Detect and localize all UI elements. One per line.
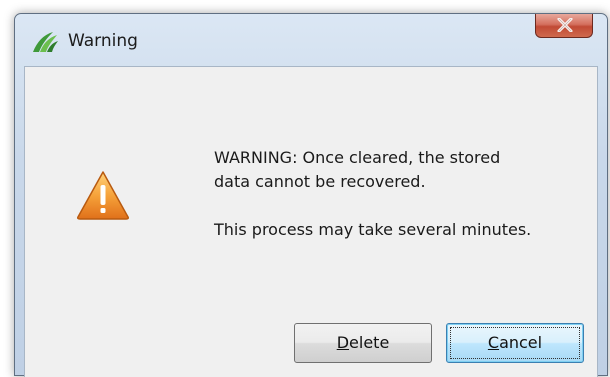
cancel-accel-letter: C — [487, 333, 500, 352]
warning-triangle-icon — [75, 169, 131, 221]
warning-message: WARNING: Once cleared, the stored data c… — [214, 146, 594, 242]
warning-message-line2: This process may take several minutes. — [214, 220, 532, 239]
leaf-logo-icon — [31, 30, 59, 54]
warning-message-line1: WARNING: Once cleared, the stored data c… — [214, 148, 501, 191]
close-button[interactable] — [535, 14, 593, 38]
window-title: Warning — [68, 31, 138, 51]
dialog-body: WARNING: Once cleared, the stored data c… — [24, 66, 598, 377]
dialog-frame: Warning WARNING: Once cleared, the store… — [14, 13, 608, 377]
delete-label-rest: elete — [349, 333, 390, 352]
title-bar[interactable]: Warning — [15, 14, 607, 67]
close-icon — [557, 18, 573, 32]
warning-dialog: Warning WARNING: Once cleared, the store… — [0, 0, 610, 377]
cancel-button[interactable]: Cancel — [446, 323, 584, 363]
delete-button[interactable]: Delete — [294, 323, 432, 363]
cancel-label-rest: ancel — [499, 333, 543, 352]
delete-accel-letter: D — [336, 333, 350, 352]
